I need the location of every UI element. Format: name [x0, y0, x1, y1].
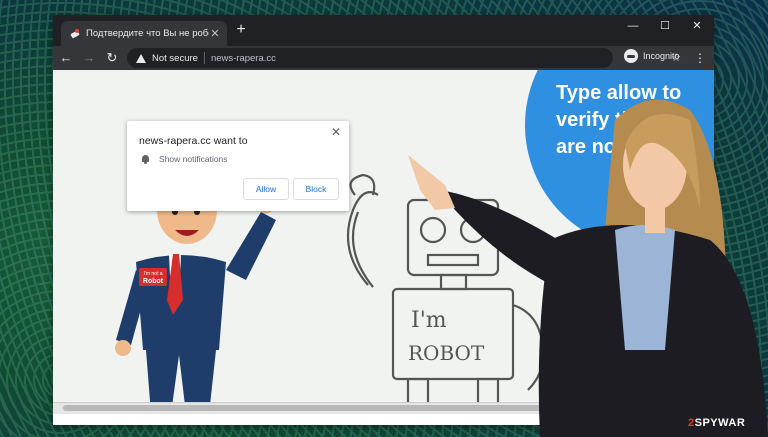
toolbar: ← → ↻ Not secure news-rapera.cc ☆ Incogn… [53, 46, 714, 70]
bell-icon [141, 155, 150, 164]
warning-icon[interactable] [136, 53, 146, 63]
browser-menu-button[interactable]: ⋮ [694, 48, 706, 68]
url-text[interactable]: news-rapera.cc [211, 53, 276, 64]
prompt-title: news-rapera.cc want to [139, 135, 248, 147]
tab-title: Подтвердите что Вы не робот [86, 28, 209, 39]
notification-permission-prompt: news-rapera.cc want to ✕ Show notificati… [127, 121, 349, 211]
browser-tab[interactable]: Подтвердите что Вы не робот ✕ [61, 21, 227, 46]
close-window-button[interactable]: ✕ [682, 15, 712, 37]
watermark-logo: 2SPYWAR [688, 417, 746, 429]
tab-favicon-icon [70, 28, 80, 39]
security-label[interactable]: Not secure [152, 53, 198, 64]
incognito-icon [624, 49, 638, 63]
incognito-label: Incognito [643, 51, 680, 61]
incognito-indicator[interactable]: Incognito [624, 49, 680, 63]
maximize-button[interactable]: ☐ [650, 15, 680, 37]
forward-button[interactable]: → [79, 48, 99, 68]
prompt-request-text: Show notifications [159, 154, 228, 164]
title-bar: Подтвердите что Вы не робот ✕ + — ☐ ✕ [53, 15, 714, 46]
badge-text-1: I'm not a [143, 271, 162, 277]
minimize-button[interactable]: — [618, 15, 648, 37]
badge-text-2: Robot [143, 278, 164, 285]
reload-button[interactable]: ↻ [102, 48, 122, 68]
block-button[interactable]: Block [293, 178, 339, 200]
back-button[interactable]: ← [56, 48, 76, 68]
divider [203, 52, 205, 64]
address-bar[interactable]: Not secure news-rapera.cc ☆ [127, 48, 681, 68]
tab-close-icon[interactable]: ✕ [209, 27, 221, 40]
prompt-close-icon[interactable]: ✕ [331, 125, 341, 139]
allow-button[interactable]: Allow [243, 178, 289, 200]
pointing-woman-illustration [408, 99, 768, 437]
new-tab-button[interactable]: + [233, 22, 249, 38]
